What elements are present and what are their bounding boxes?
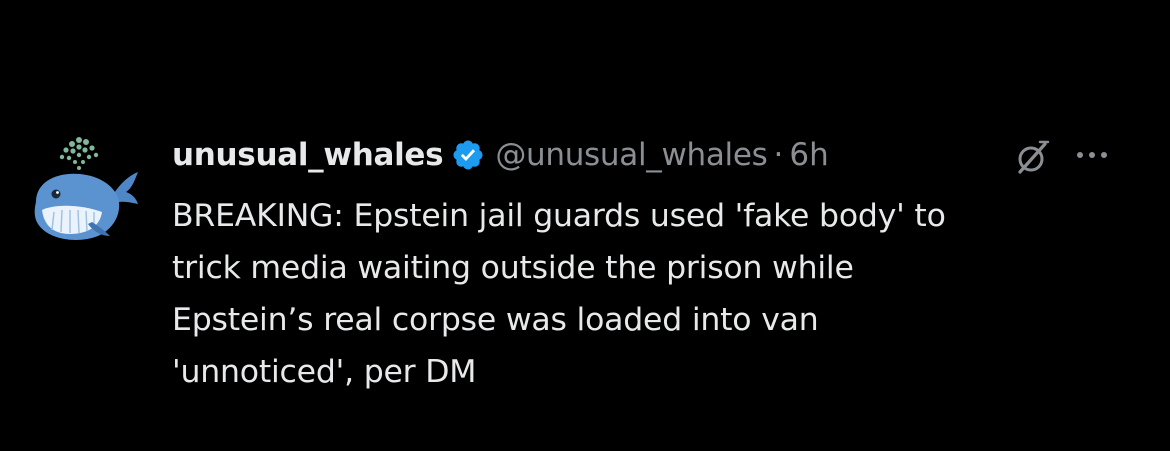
whale-avatar-icon[interactable] — [28, 132, 140, 250]
separator-dot: · — [773, 137, 784, 173]
more-options-icon[interactable] — [1072, 138, 1112, 172]
display-name[interactable]: unusual_whales — [172, 137, 444, 173]
tweet-text: BREAKING: Epstein jail guards used 'fake… — [172, 198, 946, 390]
timestamp[interactable]: 6h — [789, 137, 828, 173]
tweet[interactable]: unusual_whales @unusual_whales · 6h BREA… — [0, 0, 1170, 451]
user-handle[interactable]: @unusual_whales — [495, 137, 767, 173]
grok-icon[interactable] — [1012, 138, 1052, 178]
tweet-header: unusual_whales @unusual_whales · 6h — [172, 132, 829, 178]
verified-badge-icon — [451, 138, 485, 172]
